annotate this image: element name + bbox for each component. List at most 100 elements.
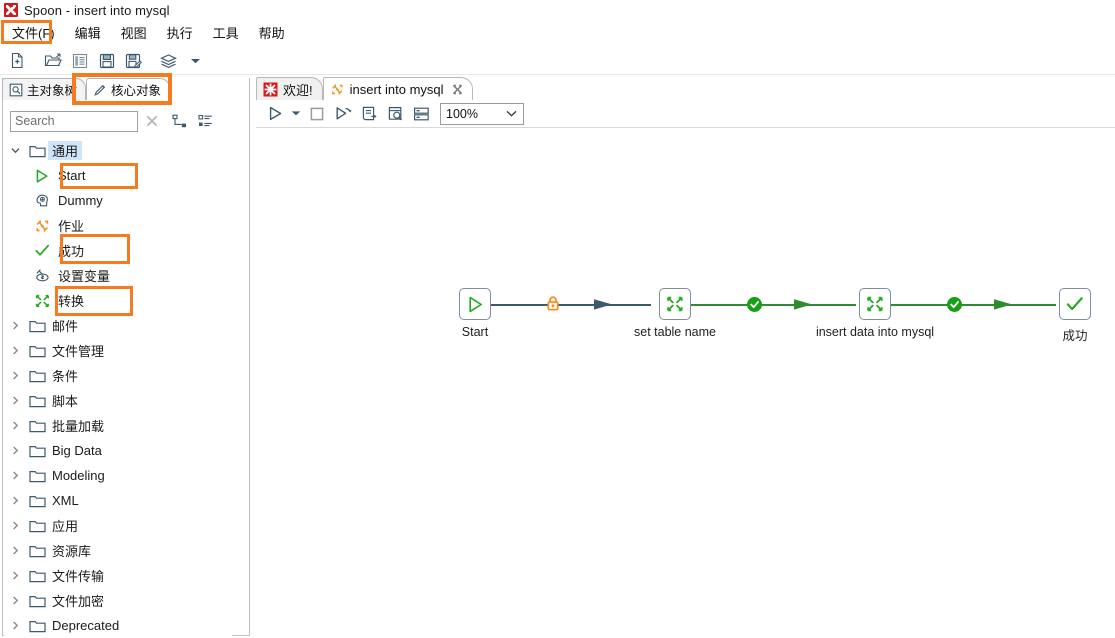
tree-node-general[interactable]: 通用 [4, 138, 232, 163]
menu-view[interactable]: 视图 [111, 21, 157, 44]
tree-node-utility[interactable]: 应用 [4, 513, 232, 538]
search-input[interactable] [10, 110, 138, 132]
explorer-button[interactable] [66, 48, 93, 74]
tree-node-deprecated-label: Deprecated [52, 618, 120, 633]
tree-node-repository[interactable]: 资源库 [4, 538, 232, 563]
tree-node-bulk-loading[interactable]: 批量加载 [4, 413, 232, 438]
tree-node-conditions[interactable]: 条件 [4, 363, 232, 388]
chevron-right-icon[interactable] [4, 545, 26, 556]
chevron-right-icon[interactable] [4, 570, 26, 581]
chevron-right-icon[interactable] [4, 495, 26, 506]
tree-node-scripting[interactable]: 脚本 [4, 388, 232, 413]
chevron-right-icon[interactable] [4, 395, 26, 406]
collapse-tree-icon[interactable] [166, 110, 192, 132]
tree-node-mail[interactable]: 邮件 [4, 313, 232, 338]
tree-item-dummy[interactable]: Dummy [4, 188, 232, 213]
tree-node-file-management-label: 文件管理 [52, 344, 105, 359]
expand-tree-icon[interactable] [192, 110, 218, 132]
zoom-level-select[interactable]: 100% [440, 102, 524, 125]
new-button[interactable] [4, 48, 31, 74]
close-icon[interactable] [452, 84, 463, 95]
tab-core-objects[interactable]: 核心对象 [86, 78, 171, 100]
menu-file[interactable]: 文件(F) [2, 21, 65, 44]
folder-icon [26, 619, 48, 633]
chevron-right-icon[interactable] [4, 420, 26, 431]
chevron-right-icon[interactable] [4, 470, 26, 481]
show-grid-button[interactable] [408, 101, 434, 127]
hop-set-table-name-to-insert[interactable] [691, 304, 856, 306]
menu-run[interactable]: 执行 [157, 21, 203, 44]
tab-welcome[interactable]: 欢迎! [256, 77, 323, 100]
canvas-node-success[interactable] [1059, 288, 1091, 320]
chevron-right-icon[interactable] [4, 445, 26, 456]
tree-node-file-encryption[interactable]: 文件加密 [4, 588, 232, 613]
tree-node-file-transfer-label: 文件传输 [52, 569, 105, 584]
tree-item-job-label: 作业 [58, 219, 85, 234]
canvas-node-set-table-name[interactable] [659, 288, 691, 320]
job-canvas[interactable]: Start set table name insert data into my… [256, 129, 1115, 638]
hop-insert-to-success[interactable] [891, 304, 1056, 306]
tree-node-xml[interactable]: XML [4, 488, 232, 513]
open-button[interactable] [39, 48, 66, 74]
tree-node-big-data[interactable]: Big Data [4, 438, 232, 463]
menu-tools[interactable]: 工具 [203, 21, 249, 44]
chevron-right-icon[interactable] [4, 620, 26, 631]
stop-button[interactable] [304, 101, 330, 127]
tree-item-job[interactable]: 作业 [4, 213, 232, 238]
tree-node-file-management[interactable]: 文件管理 [4, 338, 232, 363]
folder-icon [26, 519, 48, 533]
tab-insert-into-mysql[interactable]: insert into mysql [322, 77, 473, 100]
tree-item-success[interactable]: 成功 [4, 238, 232, 263]
tree-node-modeling-label: Modeling [52, 468, 105, 483]
folder-icon [26, 419, 48, 433]
perspective-button[interactable] [155, 48, 182, 74]
explore-db-button[interactable] [382, 101, 408, 127]
chevron-right-icon[interactable] [4, 595, 26, 606]
tree-node-file-transfer[interactable]: 文件传输 [4, 563, 232, 588]
close-icon[interactable] [138, 110, 166, 132]
run-options-dropdown[interactable] [288, 101, 304, 127]
tab-core-objects-label: 核心对象 [111, 84, 162, 98]
hop-start-to-set-table-name[interactable] [491, 304, 651, 306]
tree-node-bulk-loading-label: 批量加载 [52, 419, 105, 434]
chevron-right-icon[interactable] [4, 320, 26, 331]
perspective-dropdown[interactable] [182, 48, 209, 74]
chevron-down-icon[interactable] [506, 110, 523, 117]
folder-icon [26, 444, 48, 458]
tree-item-set-variable[interactable]: 设置变量 [4, 263, 232, 288]
main-toolbar [0, 47, 1115, 75]
chevron-right-icon[interactable] [4, 520, 26, 531]
folder-icon [26, 394, 48, 408]
chevron-right-icon[interactable] [4, 370, 26, 381]
canvas-node-start-label: Start [461, 325, 489, 339]
tab-main-object-tree[interactable]: 主对象树 [2, 78, 87, 100]
set-variable-icon [30, 268, 54, 284]
menu-edit[interactable]: 编辑 [65, 21, 111, 44]
chevron-right-icon[interactable] [4, 345, 26, 356]
replay-button[interactable] [330, 101, 356, 127]
canvas-node-start[interactable] [459, 288, 491, 320]
tree-item-transformation[interactable]: 转换 [4, 288, 232, 313]
menu-help[interactable]: 帮助 [249, 21, 295, 44]
hop-arrow-3 [993, 296, 1015, 313]
tree-node-deprecated[interactable]: Deprecated [4, 613, 232, 636]
tab-main-object-tree-label: 主对象树 [27, 84, 78, 98]
tree-node-big-data-label: Big Data [52, 443, 102, 458]
canvas-node-insert-data-into-mysql[interactable] [859, 288, 891, 320]
tree-node-scripting-label: 脚本 [52, 394, 79, 409]
tree-node-xml-label: XML [52, 493, 79, 508]
tree-item-start[interactable]: Start [4, 163, 232, 188]
sql-button[interactable] [356, 101, 382, 127]
save-as-button[interactable] [120, 48, 147, 74]
menu-bar: 文件(F) 编辑 视图 执行 工具 帮助 [0, 21, 1115, 43]
folder-icon [26, 344, 48, 358]
save-button[interactable] [93, 48, 120, 74]
chevron-down-icon[interactable] [4, 145, 26, 156]
core-objects-tree[interactable]: 通用 Start Dummy 作业 成功 设置变量 转换 邮件 文件管理 条件 … [4, 138, 232, 636]
tab-welcome-label: 欢迎! [283, 82, 313, 98]
folder-icon [26, 319, 48, 333]
tree-item-success-label: 成功 [58, 244, 85, 259]
check-circle-icon-1 [747, 297, 762, 312]
tree-node-modeling[interactable]: Modeling [4, 463, 232, 488]
run-button[interactable] [262, 101, 288, 127]
